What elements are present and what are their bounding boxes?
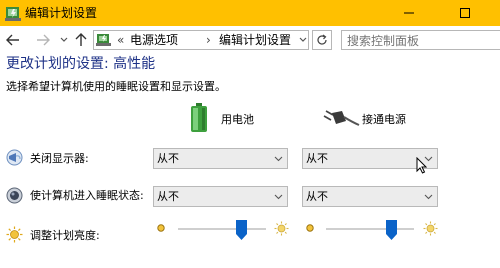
slider-thumb[interactable]	[235, 220, 247, 240]
breadcrumb-power-options[interactable]: 电源选项	[130, 32, 178, 48]
brightness-low-icon	[306, 224, 314, 232]
brightness-plugged-slider[interactable]	[322, 218, 418, 242]
display-off-battery-select[interactable]: 从不	[153, 148, 288, 169]
display-off-icon	[6, 149, 23, 166]
page-title: 更改计划的设置: 高性能	[6, 56, 156, 72]
arrow-right-icon	[37, 34, 50, 46]
sleep-label: 使计算机进入睡眠状态:	[30, 189, 144, 202]
sleep-plugged-value: 从不	[306, 190, 328, 203]
chevron-down-icon	[274, 156, 283, 162]
refresh-button[interactable]	[312, 30, 332, 50]
address-history-button[interactable]	[296, 30, 310, 50]
address-bar[interactable]: « 电源选项 › 编辑计划设置	[93, 30, 309, 50]
up-button[interactable]	[72, 26, 90, 54]
chevron-down-icon	[60, 37, 68, 42]
page-subtitle: 选择希望计算机使用的睡眠设置和显示设置。	[6, 80, 226, 93]
display-off-plugged-value: 从不	[306, 152, 328, 165]
power-plug-icon	[323, 110, 360, 126]
search-input[interactable]	[341, 30, 500, 50]
column-label-plugged-in: 接通电源	[362, 113, 406, 126]
display-off-battery-value: 从不	[157, 152, 179, 165]
arrow-left-icon	[6, 34, 19, 46]
arrow-up-icon	[75, 33, 87, 46]
power-options-icon	[5, 7, 21, 21]
minimize-button[interactable]	[392, 0, 426, 26]
sleep-battery-select[interactable]: 从不	[153, 186, 288, 207]
brightness-low-icon	[157, 224, 165, 232]
column-label-battery: 用电池	[221, 113, 254, 126]
slider-track	[326, 228, 414, 230]
window-title: 编辑计划设置	[25, 6, 98, 20]
forward-button[interactable]	[34, 26, 52, 54]
maximize-button[interactable]	[448, 0, 482, 26]
breadcrumb-edit-plan-settings[interactable]: 编辑计划设置	[219, 32, 291, 48]
back-button[interactable]	[4, 26, 22, 54]
minimize-icon	[404, 12, 414, 14]
slider-thumb[interactable]	[385, 220, 397, 240]
breadcrumb-separator[interactable]: ›	[206, 32, 211, 48]
brightness-high-icon	[423, 221, 438, 236]
chevron-down-icon	[424, 194, 433, 200]
refresh-icon	[317, 34, 327, 45]
navigation-bar: « 电源选项 › 编辑计划设置	[0, 26, 500, 54]
title-bar: 编辑计划设置	[0, 0, 500, 26]
maximize-icon	[460, 8, 470, 18]
recent-locations-button[interactable]	[58, 26, 70, 54]
sleep-plugged-select[interactable]: 从不	[302, 186, 438, 207]
slider-track	[178, 228, 266, 230]
chevron-down-icon	[299, 37, 307, 42]
control-panel-icon	[96, 34, 111, 46]
sleep-icon	[6, 187, 23, 204]
brightness-icon	[6, 226, 23, 243]
brightness-battery-slider[interactable]	[174, 218, 270, 242]
address-overflow-marker[interactable]: «	[117, 32, 124, 48]
brightness-high-icon	[274, 221, 289, 236]
mouse-cursor-icon	[416, 157, 427, 174]
sleep-battery-value: 从不	[157, 190, 179, 203]
brightness-label: 调整计划亮度:	[30, 229, 100, 242]
chevron-down-icon	[274, 194, 283, 200]
display-off-label: 关闭显示器:	[30, 152, 89, 165]
battery-icon	[191, 103, 207, 132]
